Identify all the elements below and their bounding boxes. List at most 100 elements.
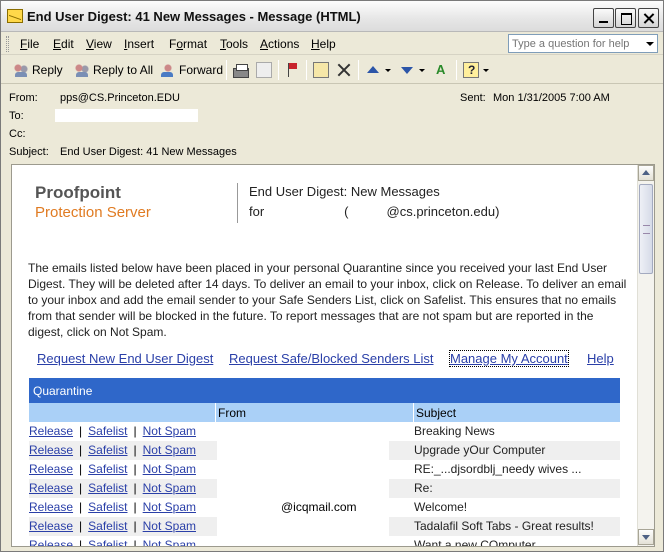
safelist-link[interactable]: Safelist bbox=[88, 538, 127, 546]
row-actions: Release | Safelist | Not Spam bbox=[29, 481, 196, 495]
from-value[interactable]: pps@CS.Princeton.EDU bbox=[60, 92, 180, 104]
release-link[interactable]: Release bbox=[29, 424, 73, 438]
help-icon bbox=[463, 62, 479, 78]
table-row: Release | Safelist | Not Spam Want a new COmp… bbox=[29, 536, 620, 546]
forward-icon bbox=[160, 62, 176, 78]
print-button[interactable] bbox=[233, 59, 249, 81]
flag-icon bbox=[285, 62, 301, 78]
copy-icon bbox=[256, 62, 272, 78]
table-row: Release | Safelist | Not Spam Breaking News bbox=[29, 422, 620, 441]
menu-edit[interactable]: Edit bbox=[53, 37, 74, 51]
menu-format[interactable]: Format bbox=[169, 37, 207, 51]
scrollbar-thumb[interactable] bbox=[639, 184, 653, 274]
move-to-folder-button[interactable] bbox=[313, 59, 329, 81]
next-item-button[interactable] bbox=[399, 59, 425, 81]
menu-file[interactable]: File bbox=[20, 37, 39, 51]
table-row: Release | Safelist | Not Spam Re: bbox=[29, 479, 620, 498]
copy-button[interactable] bbox=[256, 59, 272, 81]
reply-button[interactable]: Reply bbox=[13, 59, 63, 81]
brand-logo-text: Proofpoint bbox=[35, 183, 121, 202]
menu-insert[interactable]: Insert bbox=[124, 37, 154, 51]
menu-actions[interactable]: Actions bbox=[260, 37, 299, 51]
safelist-link[interactable]: Safelist bbox=[88, 519, 127, 533]
quarantine-column-headers: From Subject bbox=[29, 403, 620, 422]
menu-help[interactable]: Help bbox=[311, 37, 336, 51]
chevron-down-icon[interactable] bbox=[483, 68, 489, 72]
release-link[interactable]: Release bbox=[29, 481, 73, 495]
to-value[interactable] bbox=[55, 109, 198, 122]
action-separator: | bbox=[133, 424, 137, 438]
manage-account-link[interactable]: Manage My Account bbox=[449, 350, 569, 367]
reply-all-button[interactable]: Reply to All bbox=[74, 59, 153, 81]
row-actions: Release | Safelist | Not Spam bbox=[29, 500, 196, 514]
chevron-down-icon[interactable] bbox=[419, 68, 425, 72]
action-separator: | bbox=[133, 500, 137, 514]
previous-item-button[interactable] bbox=[365, 59, 391, 81]
help-search-box[interactable] bbox=[508, 34, 658, 53]
minimize-button[interactable] bbox=[593, 8, 614, 28]
row-actions: Release | Safelist | Not Spam bbox=[29, 424, 196, 438]
maximize-button[interactable] bbox=[615, 8, 636, 28]
message-body: Proofpoint Protection Server End User Di… bbox=[11, 164, 655, 547]
not-spam-link[interactable]: Not Spam bbox=[143, 424, 196, 438]
release-link[interactable]: Release bbox=[29, 500, 73, 514]
column-from: From bbox=[215, 403, 413, 422]
safelist-link[interactable]: Safelist bbox=[88, 500, 127, 514]
toolbar-grip[interactable] bbox=[6, 36, 9, 52]
flag-button[interactable] bbox=[285, 59, 301, 81]
table-row: Release | Safelist | Not Spam Upgrade yOur Co… bbox=[29, 441, 620, 460]
row-subject[interactable]: Upgrade yOur Computer bbox=[414, 441, 545, 460]
toolbar-separator bbox=[226, 60, 227, 80]
help-search-input[interactable] bbox=[509, 35, 639, 52]
vertical-scrollbar[interactable] bbox=[637, 165, 654, 546]
action-separator: | bbox=[133, 462, 137, 476]
not-spam-link[interactable]: Not Spam bbox=[143, 443, 196, 457]
not-spam-link[interactable]: Not Spam bbox=[143, 519, 196, 533]
chevron-down-icon[interactable] bbox=[385, 68, 391, 72]
quarantine-title: Quarantine bbox=[29, 378, 620, 403]
safelist-link[interactable]: Safelist bbox=[88, 443, 127, 457]
request-senders-list-link[interactable]: Request Safe/Blocked Senders List bbox=[229, 351, 434, 366]
release-link[interactable]: Release bbox=[29, 462, 73, 476]
forward-button[interactable]: Forward bbox=[160, 59, 223, 81]
scroll-down-button[interactable] bbox=[638, 529, 654, 545]
request-digest-link[interactable]: Request New End User Digest bbox=[37, 351, 213, 366]
row-subject[interactable]: Breaking News bbox=[414, 422, 495, 441]
action-separator: | bbox=[79, 462, 83, 476]
sent-label: Sent: bbox=[460, 92, 486, 104]
not-spam-link[interactable]: Not Spam bbox=[143, 538, 196, 546]
delete-button[interactable] bbox=[336, 59, 352, 81]
row-actions: Release | Safelist | Not Spam bbox=[29, 462, 196, 476]
help-button[interactable] bbox=[463, 59, 489, 81]
scroll-up-button[interactable] bbox=[638, 165, 654, 181]
release-link[interactable]: Release bbox=[29, 538, 73, 546]
safelist-link[interactable]: Safelist bbox=[88, 481, 127, 495]
row-from bbox=[217, 460, 389, 479]
close-button[interactable] bbox=[638, 8, 659, 28]
release-link[interactable]: Release bbox=[29, 443, 73, 457]
safelist-link[interactable]: Safelist bbox=[88, 424, 127, 438]
row-subject[interactable]: Re: bbox=[414, 479, 433, 498]
action-separator: | bbox=[79, 481, 83, 495]
printer-icon bbox=[233, 64, 249, 78]
not-spam-link[interactable]: Not Spam bbox=[143, 462, 196, 476]
not-spam-link[interactable]: Not Spam bbox=[143, 500, 196, 514]
action-separator: | bbox=[79, 424, 83, 438]
row-subject[interactable]: Tadalafil Soft Tabs - Great results! bbox=[414, 517, 594, 536]
release-link[interactable]: Release bbox=[29, 519, 73, 533]
subject-value: End User Digest: 41 New Messages bbox=[60, 146, 237, 158]
menu-view[interactable]: View bbox=[86, 37, 112, 51]
safelist-link[interactable]: Safelist bbox=[88, 462, 127, 476]
row-subject[interactable]: RE:_...djsordblj_needy wives ... bbox=[414, 460, 581, 479]
chevron-down-icon[interactable] bbox=[646, 42, 654, 46]
header-divider bbox=[237, 183, 238, 223]
action-separator: | bbox=[133, 481, 137, 495]
row-subject[interactable]: Want a new COmputer bbox=[414, 536, 536, 546]
help-link[interactable]: Help bbox=[587, 351, 614, 366]
find-button[interactable] bbox=[434, 59, 450, 81]
not-spam-link[interactable]: Not Spam bbox=[143, 481, 196, 495]
row-subject[interactable]: Welcome! bbox=[414, 498, 467, 517]
reply-icon bbox=[13, 62, 29, 78]
menu-tools[interactable]: Tools bbox=[220, 37, 248, 51]
toolbar-separator bbox=[456, 60, 457, 80]
